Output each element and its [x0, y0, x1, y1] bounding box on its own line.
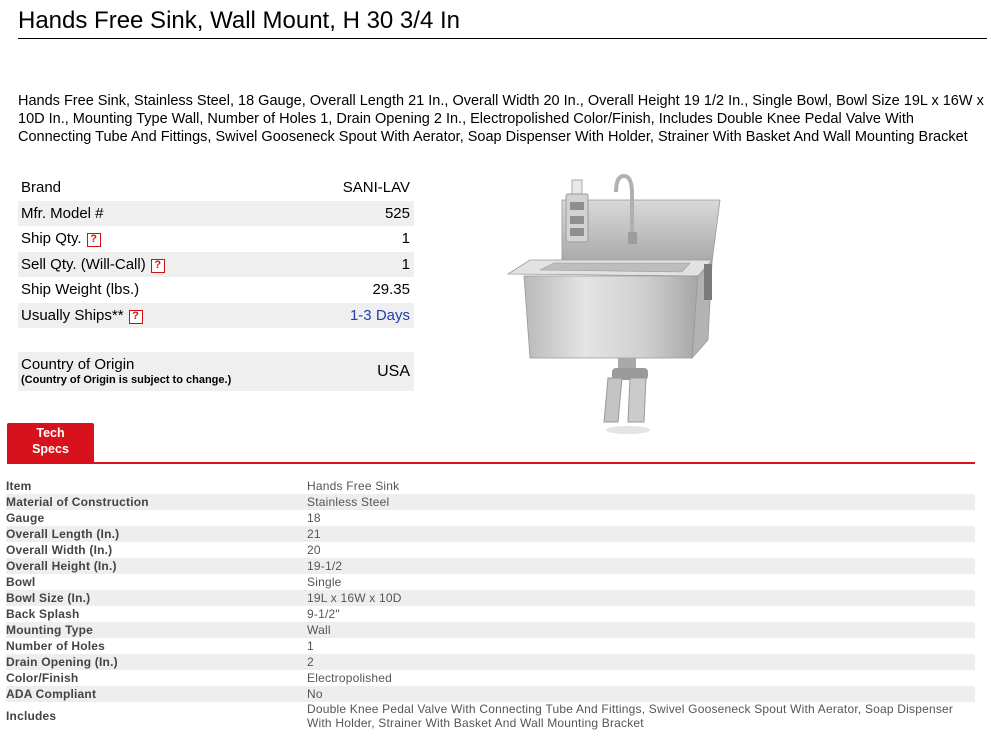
- spec-value: 21: [307, 526, 975, 542]
- spec-key: Overall Height (In.): [6, 558, 307, 574]
- country-of-origin: Country of Origin (Country of Origin is …: [18, 352, 414, 391]
- spec-value: Single: [307, 575, 342, 589]
- tab-divider: [7, 462, 975, 464]
- prop-row-sell-qty: Sell Qty. (Will-Call)? 1: [18, 251, 414, 277]
- spec-value: No: [307, 686, 975, 702]
- spec-row: Bowl Single: [6, 574, 975, 590]
- prop-row-ship-qty: Ship Qty.? 1: [18, 226, 414, 252]
- prop-row-brand: Brand SANI-LAV: [18, 175, 414, 201]
- spec-value: 1: [307, 639, 314, 653]
- product-image: [506, 173, 721, 434]
- prop-value: SANI-LAV: [342, 179, 410, 197]
- spec-value: 19-1/2: [307, 558, 975, 574]
- spec-key: Bowl Size (In.): [6, 590, 307, 606]
- prop-row-usually-ships: Usually Ships**? 1-3 Days: [18, 302, 414, 328]
- spec-value: Double Knee Pedal Valve With Connecting …: [307, 702, 954, 730]
- spec-key: ADA Compliant: [6, 686, 307, 702]
- spec-row: Material of Construction Stainless Steel: [6, 494, 975, 510]
- spec-value: Hands Free Sink: [307, 479, 400, 493]
- spec-key: Overall Length (In.): [6, 526, 307, 542]
- spec-key: Drain Opening (In.): [6, 654, 307, 670]
- spec-key: Mounting Type: [6, 622, 307, 638]
- spec-row: ADA Compliant No: [6, 686, 975, 702]
- help-icon[interactable]: ?: [150, 258, 165, 273]
- spec-row: Bowl Size (In.) 19L x 16W x 10D: [6, 590, 975, 606]
- prop-label-cell: Usually Ships**?: [18, 302, 284, 328]
- spec-row: Color/Finish Electropolished: [6, 670, 975, 686]
- product-description: Hands Free Sink, Stainless Steel, 18 Gau…: [18, 93, 984, 145]
- prop-value: 525: [283, 200, 414, 226]
- spec-value: 9-1/2": [307, 607, 340, 621]
- prop-value: 1: [283, 251, 414, 277]
- tab-tech-specs[interactable]: Tech Specs: [7, 423, 94, 463]
- prop-row-model: Mfr. Model # 525: [18, 200, 414, 226]
- spec-key: Overall Width (In.): [6, 543, 113, 557]
- spec-value: 2: [307, 654, 975, 670]
- help-icon[interactable]: ?: [86, 233, 101, 248]
- spec-key: Includes: [6, 709, 57, 723]
- tab-label-line1: Tech: [36, 426, 65, 440]
- spec-key: Number of Holes: [6, 639, 106, 653]
- help-icon[interactable]: ?: [128, 309, 143, 324]
- origin-note: (Country of Origin is subject to change.…: [21, 374, 232, 386]
- prop-label: Brand: [21, 179, 62, 197]
- spec-value: Wall: [307, 622, 975, 638]
- prop-row-ship-weight: Ship Weight (lbs.) 29.35: [18, 277, 414, 303]
- spec-key: Material of Construction: [6, 494, 307, 510]
- usually-ships-link[interactable]: 1-3 Days: [283, 302, 414, 328]
- spec-row: Includes Double Knee Pedal Valve With Con…: [6, 702, 975, 730]
- spec-key: Color/Finish: [6, 671, 79, 685]
- prop-label: Sell Qty. (Will-Call): [21, 255, 146, 273]
- spec-row: Item Hands Free Sink: [6, 478, 975, 494]
- spec-value: 20: [307, 543, 321, 557]
- spec-row: Back Splash 9-1/2": [6, 606, 975, 622]
- spec-row: Number of Holes 1: [6, 638, 975, 654]
- spec-row: Overall Length (In.) 21: [6, 526, 975, 542]
- spec-row: Mounting Type Wall: [6, 622, 975, 638]
- prop-label: Ship Qty.: [21, 230, 82, 248]
- spec-key: Bowl: [6, 575, 36, 589]
- prop-label: Usually Ships**: [21, 306, 124, 324]
- prop-value: 29.35: [372, 281, 410, 299]
- spec-key: Gauge: [6, 511, 45, 525]
- page-title: Hands Free Sink, Wall Mount, H 30 3/4 In: [18, 6, 987, 39]
- prop-label-cell: Ship Qty.?: [18, 226, 283, 252]
- spec-row: Drain Opening (In.) 2: [6, 654, 975, 670]
- spec-row: Overall Height (In.) 19-1/2: [6, 558, 975, 574]
- product-properties: Brand SANI-LAV Mfr. Model # 525 Ship Qty…: [18, 175, 414, 328]
- prop-value: 1: [401, 230, 410, 248]
- origin-label: Country of Origin: [21, 356, 135, 373]
- spec-row: Overall Width (In.) 20: [6, 542, 975, 558]
- spec-row: Gauge 18: [6, 510, 975, 526]
- prop-label: Ship Weight (lbs.): [21, 281, 140, 299]
- origin-value: USA: [377, 363, 410, 380]
- spec-value: Electropolished: [307, 671, 393, 685]
- spec-value: 18: [307, 511, 321, 525]
- tech-specs-table: Item Hands Free Sink Material of Construc…: [6, 478, 975, 730]
- spec-key: Item: [6, 479, 32, 493]
- tab-label-line2: Specs: [32, 442, 69, 456]
- spec-value: 19L x 16W x 10D: [307, 590, 975, 606]
- spec-value: Stainless Steel: [307, 494, 975, 510]
- prop-label-cell: Sell Qty. (Will-Call)?: [18, 251, 284, 277]
- prop-label: Mfr. Model #: [18, 200, 284, 226]
- spec-key: Back Splash: [6, 607, 80, 621]
